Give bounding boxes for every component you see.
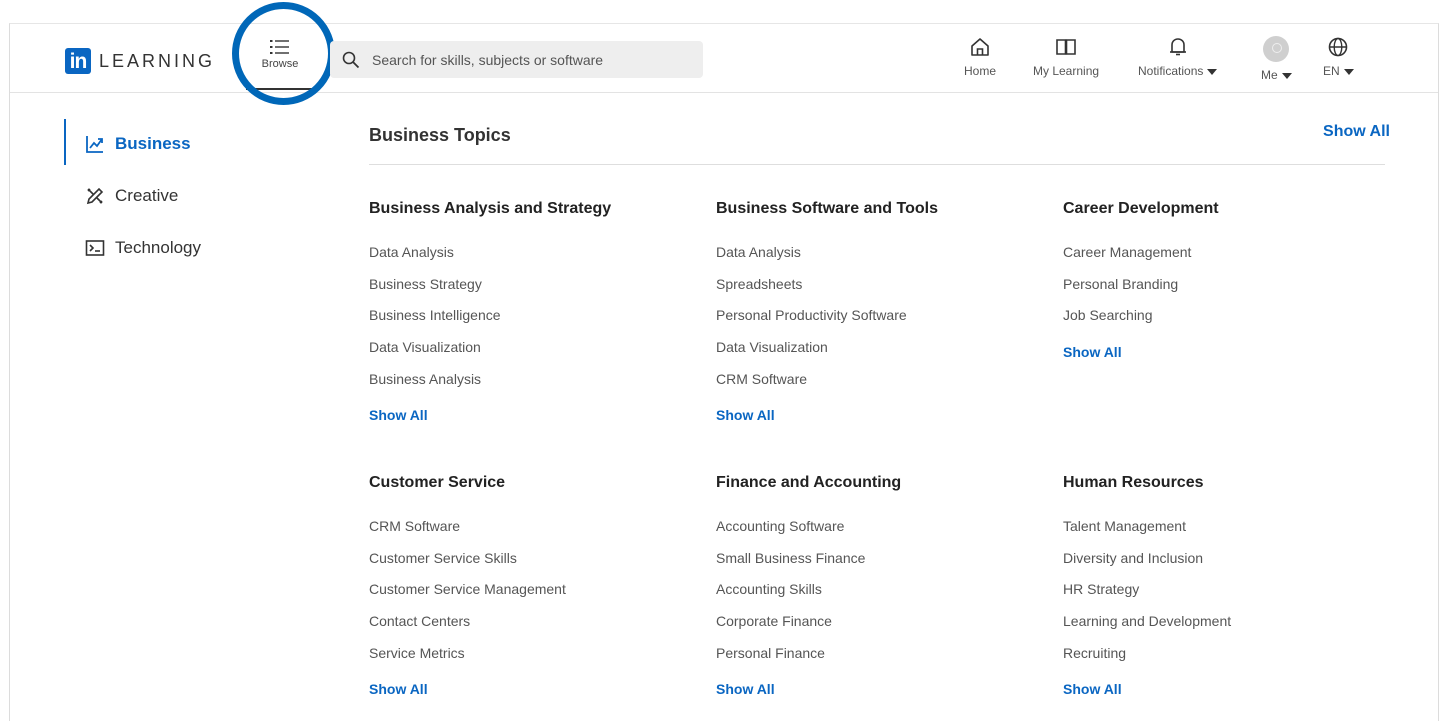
show-all-link[interactable]: Show All bbox=[369, 681, 699, 697]
category-links: Accounting Software Small Business Finan… bbox=[716, 517, 1046, 675]
topic-link[interactable]: Accounting Skills bbox=[716, 580, 1046, 612]
nav-me-label: Me bbox=[1261, 68, 1278, 82]
pen-ruler-icon bbox=[86, 187, 104, 205]
category-title: Business Analysis and Strategy bbox=[369, 200, 612, 217]
show-all-link[interactable]: Show All bbox=[716, 681, 1046, 697]
category-sidebar: Business Creative Technology bbox=[64, 118, 201, 274]
show-all-link[interactable]: Show All bbox=[1063, 344, 1393, 360]
topic-link[interactable]: Spreadsheets bbox=[716, 275, 1046, 307]
app-window: in LEARNING Browse Home bbox=[9, 2, 1439, 721]
category-title: Finance and Accounting bbox=[716, 474, 902, 491]
category-business-software-tools: Business Software and Tools Data Analysi… bbox=[716, 200, 1046, 423]
topic-link[interactable]: Personal Branding bbox=[1063, 275, 1393, 307]
topic-link[interactable]: Business Intelligence bbox=[369, 306, 699, 338]
nav-home-label: Home bbox=[964, 64, 997, 78]
topic-link[interactable]: Service Metrics bbox=[369, 644, 699, 676]
topic-link[interactable]: Accounting Software bbox=[716, 517, 1046, 549]
linkedin-in-icon: in bbox=[65, 48, 91, 74]
sidebar-item-label: Technology bbox=[115, 238, 202, 257]
nav-my-learning[interactable]: My Learning bbox=[1033, 36, 1099, 78]
sidebar-item-label: Creative bbox=[115, 186, 179, 205]
show-all-link[interactable]: Show All bbox=[1063, 681, 1393, 697]
topic-link[interactable]: Learning and Development bbox=[1063, 612, 1393, 644]
topics-panel: Business Topics Show All Business Analys… bbox=[369, 118, 1390, 697]
category-links: Talent Management Diversity and Inclusio… bbox=[1063, 517, 1393, 675]
topic-link[interactable]: Small Business Finance bbox=[716, 549, 1046, 581]
topic-link[interactable]: Business Analysis bbox=[369, 370, 699, 402]
category-career-development: Career Development Career Management Per… bbox=[1063, 200, 1393, 360]
category-title: Human Resources bbox=[1063, 474, 1204, 491]
category-links: Data Analysis Spreadsheets Personal Prod… bbox=[716, 243, 1046, 401]
topic-link[interactable]: Talent Management bbox=[1063, 517, 1393, 549]
home-icon bbox=[971, 38, 989, 56]
nav-language-label: EN bbox=[1323, 64, 1340, 78]
category-links: Career Management Personal Branding Job … bbox=[1063, 243, 1393, 338]
nav-my-learning-label: My Learning bbox=[1033, 64, 1100, 78]
category-links: CRM Software Customer Service Skills Cus… bbox=[369, 517, 699, 675]
nav-language-label-wrap: EN bbox=[1323, 64, 1354, 78]
book-icon bbox=[1056, 39, 1076, 55]
topic-link[interactable]: Customer Service Skills bbox=[369, 549, 699, 581]
topic-link[interactable]: Personal Finance bbox=[716, 644, 1046, 676]
topic-link[interactable]: Personal Productivity Software bbox=[716, 306, 1046, 338]
topic-link[interactable]: Recruiting bbox=[1063, 644, 1393, 676]
topic-link[interactable]: Corporate Finance bbox=[716, 612, 1046, 644]
category-links: Data Analysis Business Strategy Business… bbox=[369, 243, 699, 401]
list-icon bbox=[270, 40, 289, 54]
topics-header: Business Topics Show All bbox=[369, 118, 1390, 165]
search-icon bbox=[342, 51, 360, 68]
category-customer-service: Customer Service CRM Software Customer S… bbox=[369, 474, 699, 697]
nav-home[interactable]: Home bbox=[964, 36, 996, 78]
sidebar-item-technology[interactable]: Technology bbox=[64, 222, 201, 274]
bell-icon bbox=[1169, 38, 1186, 56]
nav-notifications-label: Notifications bbox=[1138, 64, 1204, 78]
nav-notifications[interactable]: Notifications bbox=[1138, 36, 1218, 78]
topic-link[interactable]: HR Strategy bbox=[1063, 580, 1393, 612]
caret-down-icon bbox=[1281, 72, 1292, 79]
browse-label: Browse bbox=[261, 58, 299, 70]
terminal-icon bbox=[85, 240, 105, 256]
nav-me-label-wrap: Me bbox=[1261, 68, 1292, 82]
topic-link[interactable]: Data Visualization bbox=[369, 338, 699, 370]
sidebar-item-business[interactable]: Business bbox=[64, 118, 201, 170]
topic-link[interactable]: CRM Software bbox=[369, 517, 699, 549]
show-all-topics-link[interactable]: Show All bbox=[1323, 123, 1390, 141]
category-title: Career Development bbox=[1063, 200, 1219, 217]
nav-notifications-label-wrap: Notifications bbox=[1138, 64, 1218, 78]
nav-language[interactable]: EN bbox=[1323, 36, 1354, 78]
page-title: Business Topics bbox=[369, 125, 511, 145]
show-all-link[interactable]: Show All bbox=[369, 407, 699, 423]
topic-link[interactable]: Job Searching bbox=[1063, 306, 1393, 338]
sidebar-item-creative[interactable]: Creative bbox=[64, 170, 201, 222]
browse-button[interactable]: Browse bbox=[246, 34, 314, 90]
topic-link[interactable]: Data Analysis bbox=[369, 243, 699, 275]
caret-down-icon bbox=[1207, 68, 1218, 75]
nav-me[interactable]: Me bbox=[1261, 36, 1292, 82]
search-input[interactable] bbox=[370, 50, 674, 69]
logo-text: LEARNING bbox=[99, 50, 216, 71]
topic-link[interactable]: Customer Service Management bbox=[369, 580, 699, 612]
chart-line-icon bbox=[86, 136, 103, 153]
topic-link[interactable]: Business Strategy bbox=[369, 275, 699, 307]
topic-link[interactable]: Data Analysis bbox=[716, 243, 1046, 275]
globe-icon bbox=[1329, 37, 1348, 57]
topic-link[interactable]: Diversity and Inclusion bbox=[1063, 549, 1393, 581]
category-human-resources: Human Resources Talent Management Divers… bbox=[1063, 474, 1393, 697]
top-nav-bar: in LEARNING Browse Home bbox=[10, 2, 1438, 105]
topic-link[interactable]: Career Management bbox=[1063, 243, 1393, 275]
sidebar-item-label: Business bbox=[115, 134, 191, 153]
category-business-analysis-strategy: Business Analysis and Strategy Data Anal… bbox=[369, 200, 699, 423]
topic-link[interactable]: Data Visualization bbox=[716, 338, 1046, 370]
show-all-link[interactable]: Show All bbox=[716, 407, 1046, 423]
category-title: Customer Service bbox=[369, 474, 506, 491]
linkedin-learning-logo[interactable]: in LEARNING bbox=[65, 48, 215, 74]
category-title: Business Software and Tools bbox=[716, 200, 938, 217]
caret-down-icon bbox=[1343, 68, 1354, 75]
search-bar[interactable] bbox=[330, 41, 703, 78]
topic-link[interactable]: Contact Centers bbox=[369, 612, 699, 644]
topic-link[interactable]: CRM Software bbox=[716, 370, 1046, 402]
avatar bbox=[1263, 36, 1290, 62]
category-finance-accounting: Finance and Accounting Accounting Softwa… bbox=[716, 474, 1046, 697]
